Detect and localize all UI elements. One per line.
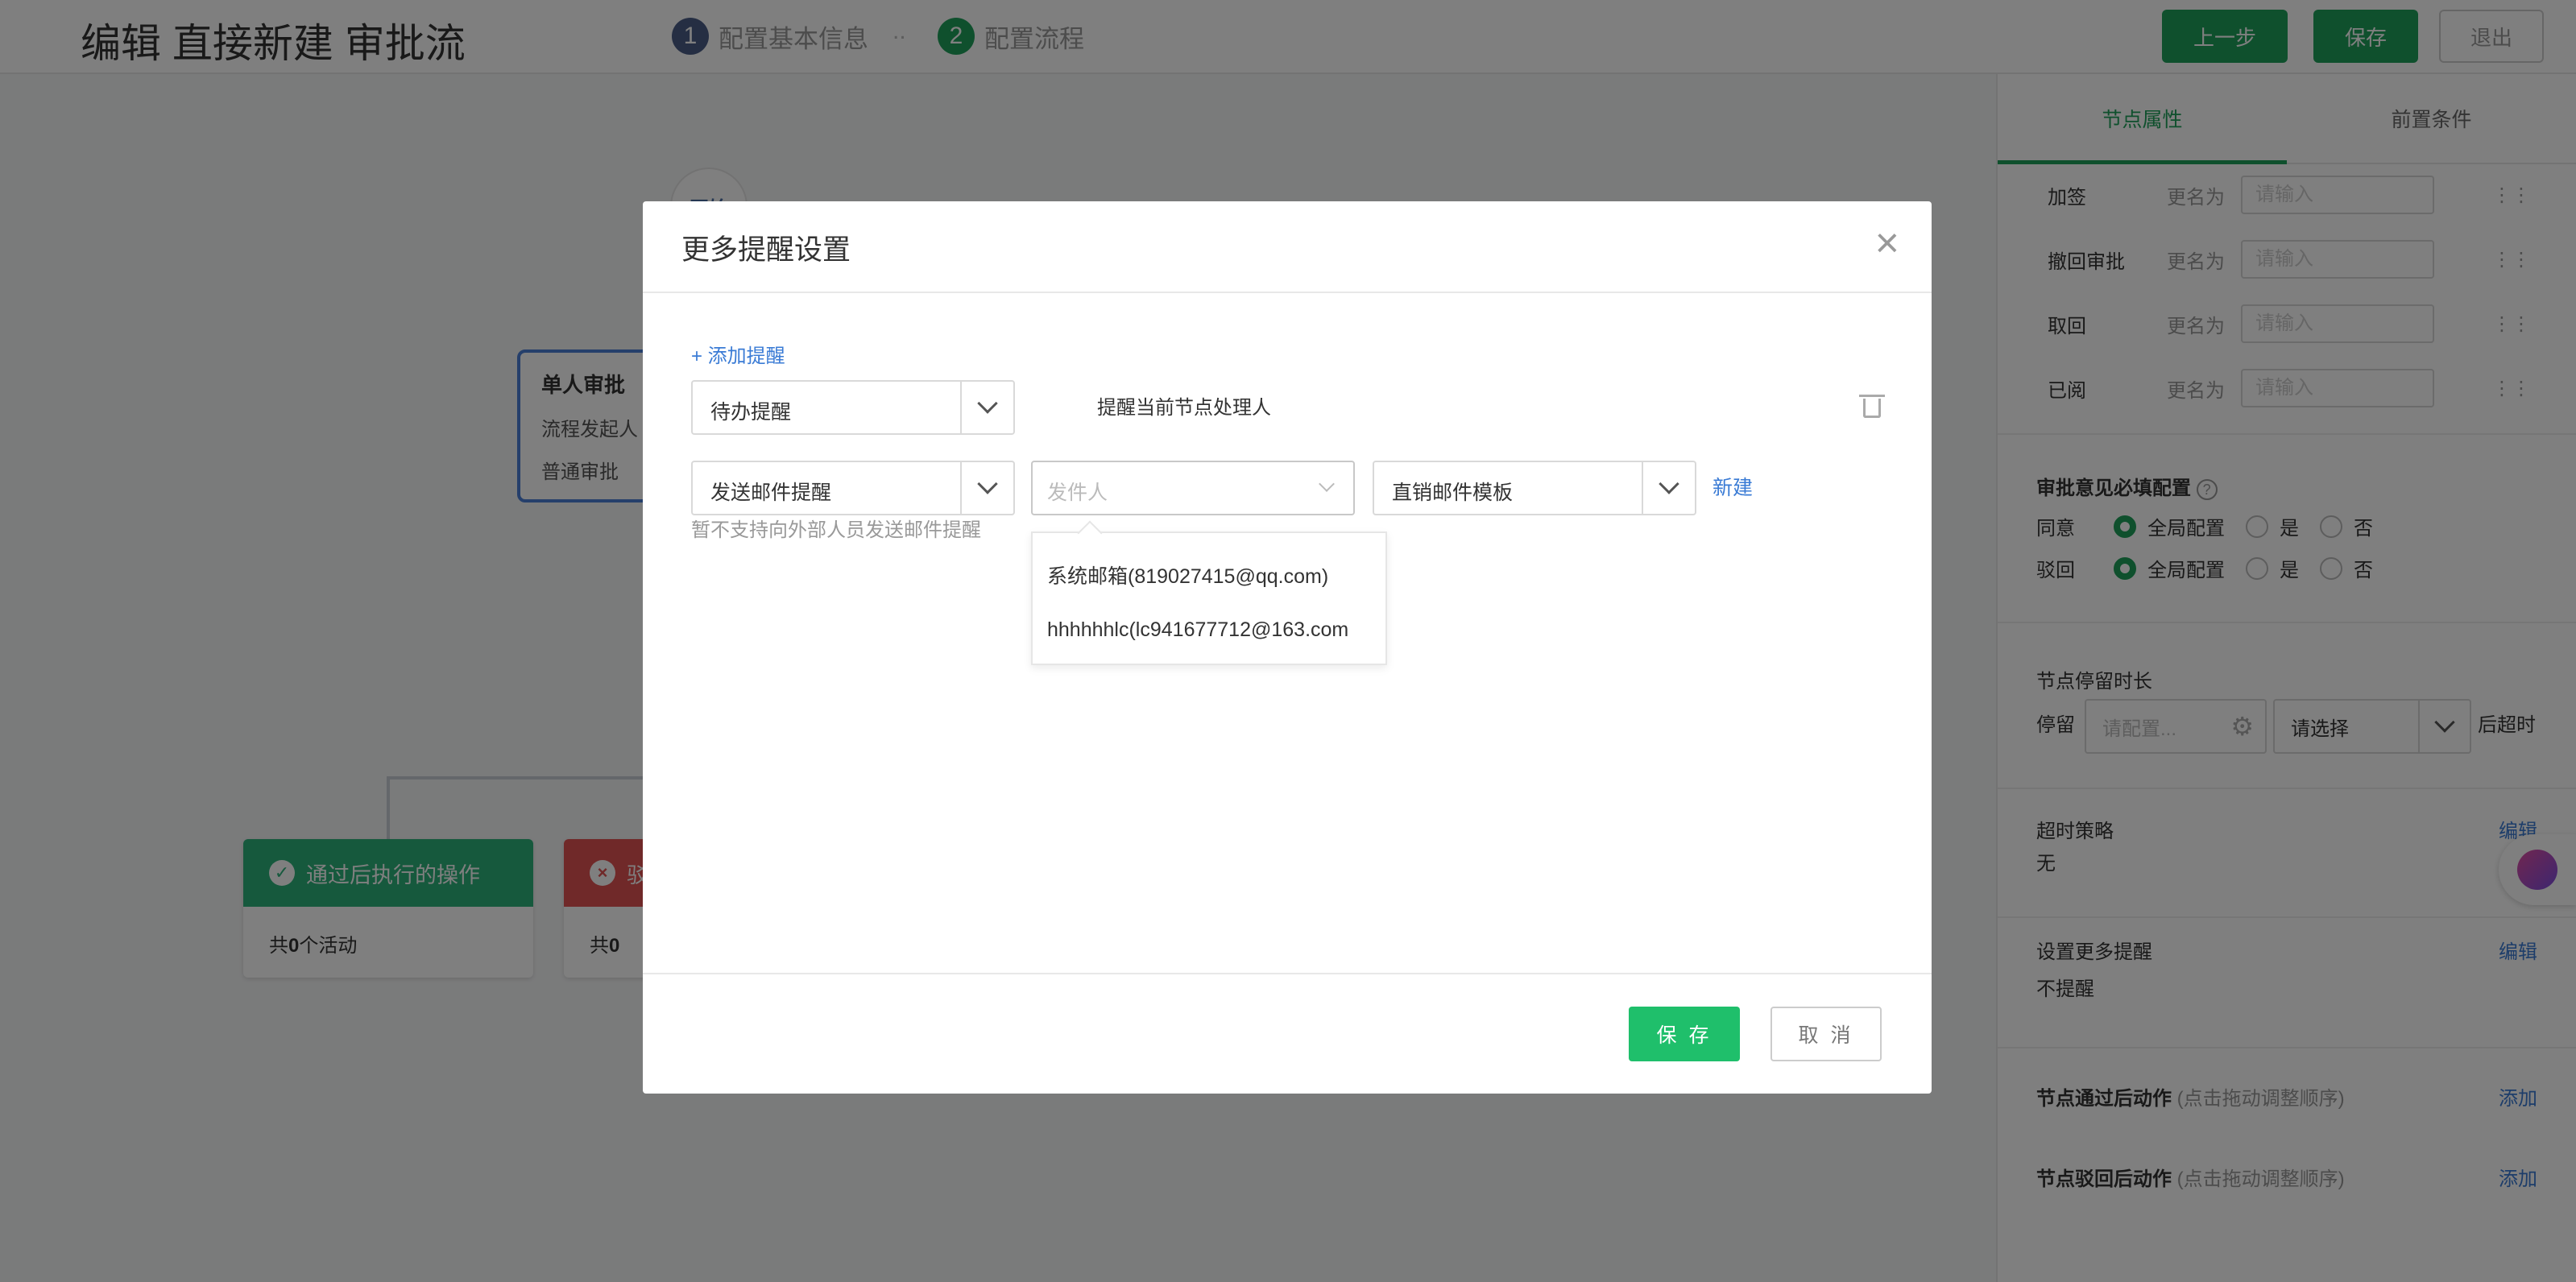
close-icon[interactable]: × [1875,219,1899,267]
chevron-down-icon [1642,462,1695,514]
sender-placeholder: 发件人 [1047,482,1108,504]
remind-type-value: 待办提醒 [710,401,792,424]
email-remind-value: 发送邮件提醒 [710,482,832,504]
chevron-down-icon [1300,462,1353,514]
dialog-footer: 保 存 取 消 [643,973,1932,1094]
remind-desc: 提醒当前节点处理人 [1097,397,1271,419]
new-template-link[interactable]: 新建 [1713,472,1753,501]
email-template-value: 直销邮件模板 [1392,482,1514,504]
email-remind-select[interactable]: 发送邮件提醒 [691,461,1015,515]
sender-option[interactable]: 系统邮箱(819027415@qq.com) [1033,548,1385,602]
chevron-down-icon [960,382,1013,433]
email-template-select[interactable]: 直销邮件模板 [1373,461,1696,515]
remind-type-select[interactable]: 待办提醒 [691,380,1015,435]
chevron-down-icon [960,462,1013,514]
trash-icon[interactable] [1859,393,1885,419]
sender-option[interactable]: hhhhhhlc(lc941677712@163.com [1033,602,1385,657]
dialog-save-button[interactable]: 保 存 [1629,1007,1740,1061]
sender-dropdown: 系统邮箱(819027415@qq.com) hhhhhhlc(lc941677… [1031,531,1387,665]
sender-select[interactable]: 发件人 [1031,461,1355,515]
dialog-header: 更多提醒设置 × [643,201,1932,293]
external-email-note: 暂不支持向外部人员发送邮件提醒 [691,519,981,541]
more-remind-dialog: 更多提醒设置 × + 添加提醒 待办提醒 提醒当前节点处理人 发送邮件提醒 发件… [643,201,1932,1094]
dialog-title: 更多提醒设置 [681,234,851,266]
add-remind-link[interactable]: + 添加提醒 [691,340,785,368]
dialog-cancel-button[interactable]: 取 消 [1770,1007,1882,1061]
